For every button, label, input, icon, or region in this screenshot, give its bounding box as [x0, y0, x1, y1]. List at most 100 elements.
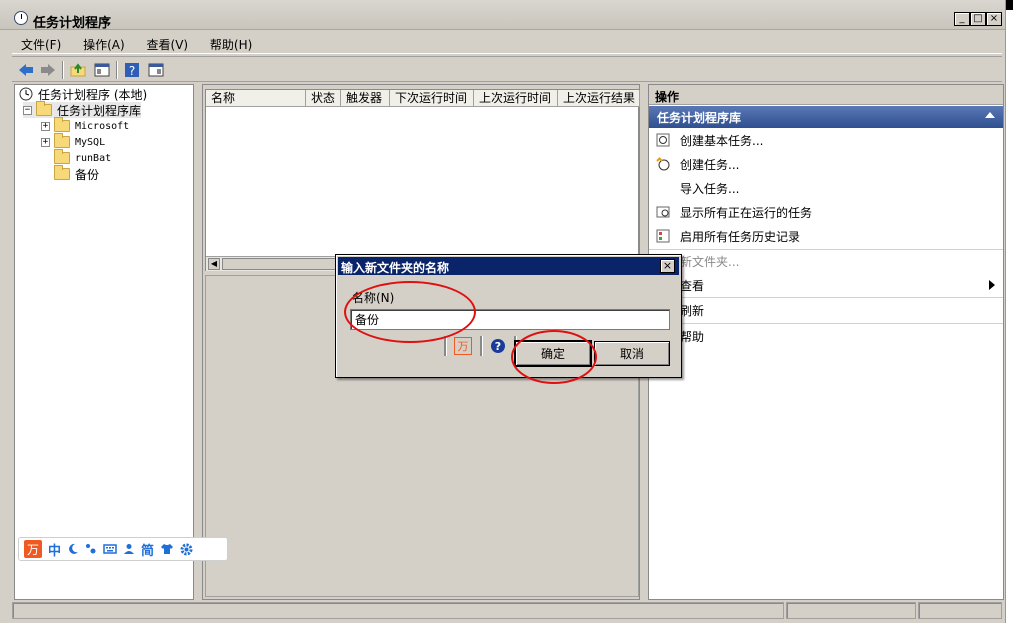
task-scheduler-window: 任务计划程序 _ □ × 文件(F) 操作(A) 查看(V) 帮助(H) ? 任… [0, 0, 1013, 623]
close-button[interactable]: × [986, 12, 1002, 26]
tree-item-label: 备份 [75, 167, 100, 182]
title-bar[interactable]: 任务计划程序 _ □ × [0, 0, 1013, 31]
basic-task-icon [655, 132, 671, 148]
collapse-up-icon[interactable] [985, 112, 995, 118]
tree-item-label: runBat [75, 152, 112, 164]
action-label: 刷新 [680, 303, 705, 318]
menu-view[interactable]: 查看(V) [138, 32, 198, 57]
action-view[interactable]: 查看 [649, 274, 1003, 296]
action-label: 创建基本任务... [680, 133, 764, 148]
column-trigger[interactable]: 触发器 [341, 90, 390, 107]
tree-root-label: 任务计划程序 (本地) [38, 87, 148, 102]
status-pane-2 [786, 602, 916, 619]
column-status[interactable]: 状态 [306, 90, 341, 107]
action-label: 新文件夹... [680, 254, 740, 269]
expand-icon[interactable]: + [41, 137, 50, 147]
menu-help[interactable]: 帮助(H) [201, 32, 261, 57]
tree-item-runbat[interactable]: runBat [54, 149, 112, 166]
back-button[interactable] [16, 60, 36, 80]
window-title: 任务计划程序 [33, 16, 112, 31]
cancel-button[interactable]: 取消 [594, 341, 670, 366]
scroll-thumb[interactable] [222, 258, 342, 270]
folder-icon [54, 133, 70, 148]
help-button[interactable]: ? [122, 60, 142, 80]
ime-toolbar[interactable]: 万 中 简 [18, 537, 228, 561]
menu-file[interactable]: 文件(F) [12, 32, 70, 57]
dialog-title-bar[interactable]: 输入新文件夹的名称 × [338, 257, 679, 275]
action-import-task[interactable]: 导入任务... [649, 177, 1003, 199]
action-label: 导入任务... [680, 181, 740, 196]
action-label: 创建任务... [680, 157, 740, 172]
toolbar: ? [12, 56, 1002, 82]
forward-arrow-icon [41, 64, 55, 76]
actions-pane: 操作 任务计划程序库 创建基本任务... 创建任务... 导入任务... 显示所… [648, 84, 1004, 600]
minimize-button[interactable]: _ [954, 12, 970, 26]
ime-logo-icon[interactable]: 万 [454, 337, 472, 355]
menu-bar: 文件(F) 操作(A) 查看(V) 帮助(H) [12, 32, 1002, 54]
status-pane-1 [12, 602, 784, 619]
skin-shirt-icon[interactable] [160, 543, 174, 555]
action-label: 帮助 [680, 329, 705, 344]
tree-root[interactable]: 任务计划程序 (本地) [19, 86, 147, 102]
action-help[interactable]: 帮助 [649, 325, 1003, 347]
menu-action[interactable]: 操作(A) [74, 32, 134, 57]
column-next-run[interactable]: 下次运行时间 [390, 90, 474, 107]
tree-item-microsoft[interactable]: + Microsoft [41, 117, 129, 134]
folder-clock-icon [36, 101, 52, 116]
background-edge [1005, 0, 1013, 623]
tree-item-mysql[interactable]: + MySQL [41, 133, 106, 150]
action-create-task[interactable]: 创建任务... [649, 153, 1003, 175]
action-create-basic-task[interactable]: 创建基本任务... [649, 129, 1003, 151]
ime-mini-bar: 万 ? [444, 335, 516, 357]
ime-chinese-mode[interactable]: 中 [48, 540, 61, 559]
moon-icon[interactable] [67, 543, 79, 555]
collapse-icon[interactable]: − [23, 105, 32, 115]
running-tasks-icon [655, 204, 671, 220]
maximize-button[interactable]: □ [970, 12, 986, 26]
annotation-circle-ok-button [511, 330, 597, 384]
action-refresh[interactable]: 刷新 [649, 299, 1003, 321]
ime-logo-icon[interactable]: 万 [24, 540, 42, 558]
clock-icon [19, 87, 33, 101]
status-bar [12, 602, 1002, 620]
task-list[interactable]: 名称 状态 触发器 下次运行时间 上次运行时间 上次运行结果 ◀ [205, 89, 640, 271]
action-enable-history[interactable]: 启用所有任务历史记录 [649, 225, 1003, 247]
up-folder-button[interactable] [68, 60, 88, 80]
submenu-arrow-icon [989, 280, 995, 290]
dialog-title: 输入新文件夹的名称 [341, 261, 450, 275]
column-last-result[interactable]: 上次运行结果 [558, 90, 640, 107]
show-hide-action-pane-button[interactable] [146, 60, 166, 80]
clock-icon [14, 11, 28, 25]
column-name[interactable]: 名称 [206, 90, 306, 107]
svg-text:?: ? [495, 340, 501, 353]
help-icon: ? [125, 63, 139, 78]
column-headers: 名称 状态 触发器 下次运行时间 上次运行时间 上次运行结果 [206, 90, 640, 107]
forward-button[interactable] [38, 60, 58, 80]
tree-item-label: MySQL [75, 136, 106, 148]
show-hide-tree-button[interactable] [92, 60, 112, 80]
column-last-run[interactable]: 上次运行时间 [474, 90, 558, 107]
dialog-close-button[interactable]: × [660, 259, 675, 273]
settings-gear-icon[interactable] [180, 543, 193, 556]
actions-header: 操作 [649, 85, 1003, 105]
tree-item-backup[interactable]: 备份 [54, 165, 100, 182]
action-show-running-tasks[interactable]: 显示所有正在运行的任务 [649, 201, 1003, 223]
ime-simplified-mode[interactable]: 简 [141, 540, 154, 559]
blank-icon [655, 180, 671, 196]
annotation-circle-name-field [344, 281, 476, 343]
scroll-left-icon[interactable]: ◀ [208, 258, 220, 270]
tree-library[interactable]: − 任务计划程序库 [23, 101, 142, 118]
punctuation-icon[interactable] [85, 543, 97, 555]
folder-icon [54, 165, 70, 180]
svg-text:?: ? [129, 64, 135, 78]
folder-up-icon [70, 63, 86, 77]
expand-icon[interactable]: + [41, 121, 50, 131]
action-new-folder[interactable]: 新文件夹... [649, 250, 1003, 272]
help-circle-icon[interactable]: ? [490, 338, 506, 354]
keyboard-icon[interactable] [103, 543, 117, 555]
tree-library-label: 任务计划程序库 [57, 103, 142, 118]
console-tree-icon [94, 63, 110, 77]
user-icon[interactable] [123, 543, 135, 555]
actions-section-header[interactable]: 任务计划程序库 [649, 106, 1003, 128]
actions-section-label: 任务计划程序库 [657, 111, 742, 125]
